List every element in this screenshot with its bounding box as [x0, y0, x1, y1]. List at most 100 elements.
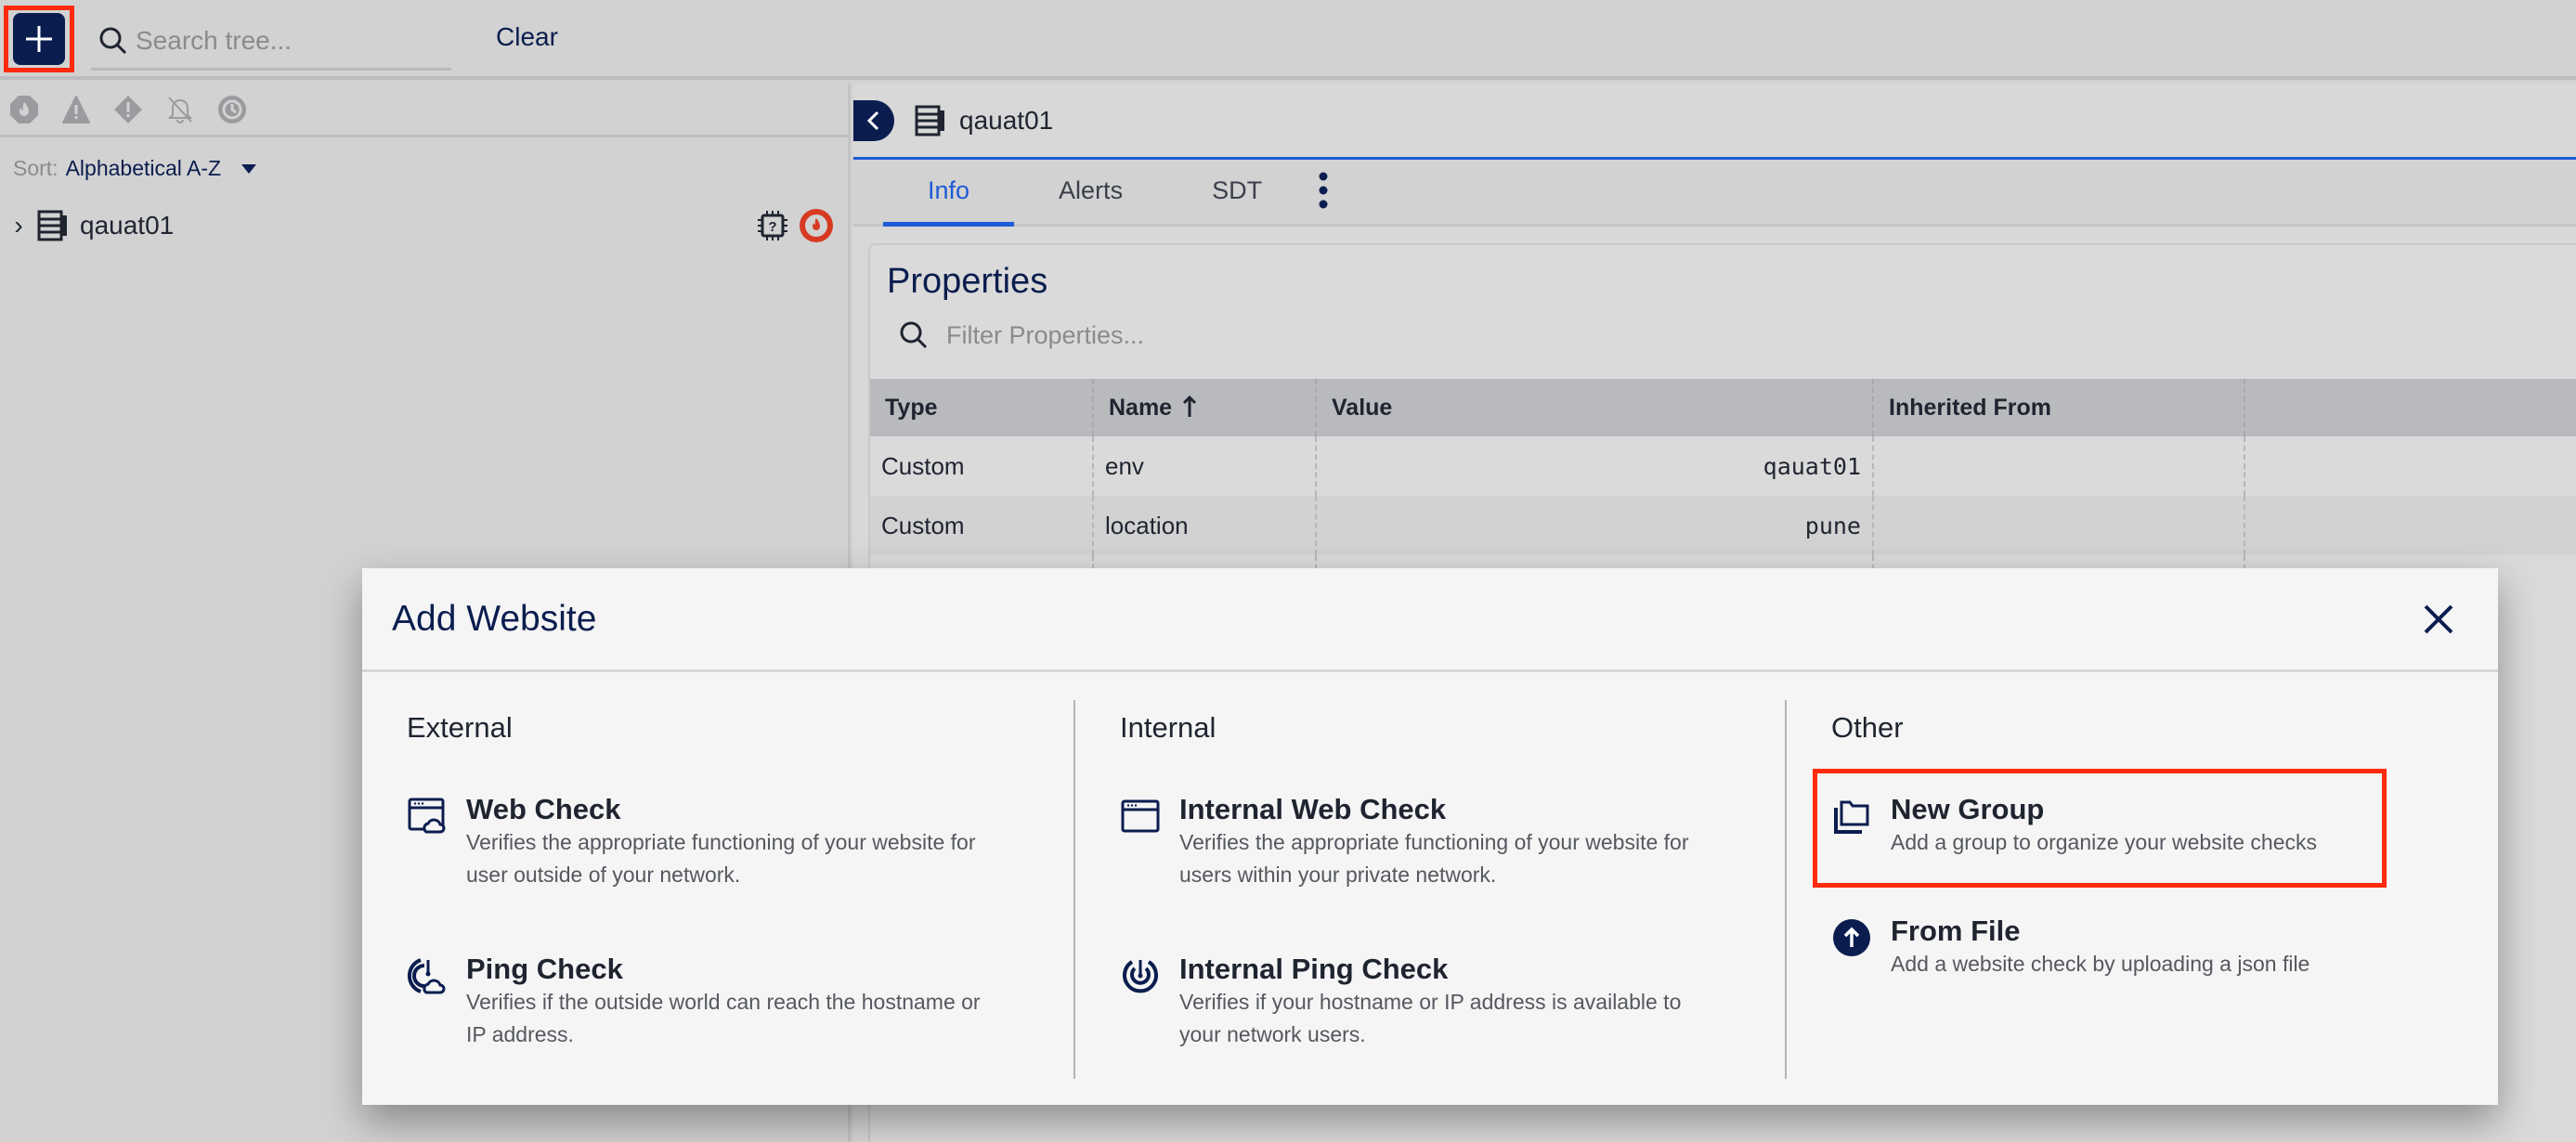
- search-icon: [900, 321, 928, 349]
- column-header-value[interactable]: Value: [1316, 379, 1874, 436]
- column-heading: External: [407, 711, 513, 744]
- kebab-menu-icon: [1319, 172, 1328, 209]
- option-description: Add a website check by uploading a json …: [1891, 952, 2310, 976]
- folders-icon: [1831, 793, 1872, 834]
- modal-header: Add Website: [362, 568, 2498, 672]
- critical-alert-filter[interactable]: [9, 95, 39, 124]
- server-icon: [915, 105, 944, 136]
- column-heading: Other: [1831, 711, 1904, 744]
- ping-icon: [1120, 953, 1161, 993]
- option-description: Verifies if your hostname or IP address …: [1179, 990, 1682, 1046]
- table-header-row: Type Name Value Inherited From: [870, 379, 2576, 436]
- clock-icon: [218, 95, 246, 123]
- web-check-option[interactable]: Web Check Verifies the appropriate funct…: [407, 793, 1029, 891]
- option-description: Verifies the appropriate functioning of …: [1179, 830, 1689, 887]
- chevron-left-icon: [866, 110, 879, 130]
- sort-value: Alphabetical A-Z: [65, 156, 222, 180]
- web-cloud-icon: [407, 793, 448, 834]
- tab-alerts[interactable]: Alerts: [1014, 157, 1167, 224]
- server-icon: [37, 210, 67, 241]
- properties-filter: [898, 319, 1503, 351]
- cell-value: qauat01: [1316, 436, 1874, 496]
- upload-circle-icon: [1831, 915, 1872, 956]
- cell-name: location: [1093, 496, 1317, 555]
- properties-title: Properties: [887, 262, 1048, 301]
- column-header-type[interactable]: Type: [870, 379, 1094, 436]
- sort-dropdown[interactable]: Sort: Alphabetical A-Z: [13, 156, 257, 181]
- search-icon: [91, 25, 136, 57]
- sort-ascending-icon: [1182, 395, 1197, 417]
- resource-header: qauat01: [853, 84, 2576, 160]
- cell-actions: [2244, 436, 2576, 496]
- sort-label: Sort:: [13, 156, 59, 180]
- close-button[interactable]: [2418, 599, 2459, 640]
- chevron-right-icon[interactable]: ›: [0, 211, 37, 240]
- column-header-name[interactable]: Name: [1093, 379, 1317, 436]
- cell-type: Custom: [870, 436, 1094, 496]
- option-title: Web Check: [466, 793, 621, 825]
- close-icon: [2424, 604, 2453, 633]
- alert-filter-toolbar: [0, 84, 848, 137]
- option-title: From File: [1891, 915, 2021, 947]
- tree-item[interactable]: › qauat01 ?: [0, 202, 845, 249]
- column-heading: Internal: [1120, 711, 1216, 744]
- cell-value: pune: [1316, 496, 1874, 555]
- internal-web-check-option[interactable]: Internal Web Check Verifies the appropri…: [1120, 793, 1740, 891]
- sdt-filter[interactable]: [217, 95, 247, 124]
- top-bar: Clear: [0, 0, 2576, 80]
- bell-off-icon: [167, 96, 193, 123]
- option-title: Internal Web Check: [1179, 793, 1447, 825]
- option-title: Internal Ping Check: [1179, 953, 1449, 985]
- ping-cloud-icon: [407, 953, 448, 994]
- add-button[interactable]: [13, 13, 65, 65]
- warning-triangle-icon: [62, 95, 90, 123]
- clear-button[interactable]: Clear: [496, 22, 558, 52]
- error-alert-filter[interactable]: [113, 95, 143, 124]
- from-file-option[interactable]: From File Add a website check by uploadi…: [1831, 915, 2452, 980]
- tab-sdt[interactable]: SDT: [1167, 157, 1307, 224]
- cell-inherited-from: [1873, 436, 2245, 496]
- critical-alert-icon: [800, 209, 833, 242]
- option-title: Ping Check: [466, 953, 623, 985]
- properties-filter-input[interactable]: [946, 320, 1503, 350]
- plus-icon: [26, 26, 52, 52]
- browser-window-icon: [1120, 793, 1161, 834]
- caret-down-icon: [241, 163, 257, 174]
- svg-text:?: ?: [768, 219, 776, 235]
- table-row[interactable]: Custom env qauat01: [870, 436, 2576, 496]
- exclamation-diamond-icon: [114, 95, 142, 123]
- modal-title: Add Website: [392, 598, 597, 639]
- chip-unknown-icon: ?: [758, 211, 787, 240]
- internal-column: Internal Internal Web Check Verifies the…: [1073, 700, 1785, 1079]
- tree-search: [91, 13, 451, 71]
- cell-type: Custom: [870, 496, 1094, 555]
- other-column: Other New Group Add a group to organize …: [1785, 700, 2496, 1079]
- cell-inherited-from: [1873, 496, 2245, 555]
- cell-name: env: [1093, 436, 1317, 496]
- add-website-modal: Add Website External Web Check Verifies …: [362, 568, 2498, 1105]
- column-header-inherited-from[interactable]: Inherited From: [1873, 379, 2245, 436]
- resource-title: qauat01: [959, 105, 1054, 135]
- more-tabs-button[interactable]: [1307, 157, 1340, 224]
- new-group-option[interactable]: New Group Add a group to organize your w…: [1813, 769, 2452, 888]
- tree-item-label: qauat01: [80, 211, 175, 240]
- tree-search-input[interactable]: [136, 25, 433, 56]
- internal-ping-check-option[interactable]: Internal Ping Check Verifies if your hos…: [1120, 953, 1740, 1051]
- option-description: Verifies the appropriate functioning of …: [466, 830, 976, 887]
- collapse-panel-button[interactable]: [853, 99, 894, 141]
- option-title: New Group: [1891, 793, 2045, 825]
- external-column: External Web Check Verifies the appropri…: [362, 700, 1073, 1079]
- option-description: Add a group to organize your website che…: [1891, 830, 2317, 854]
- muted-alert-filter[interactable]: [165, 95, 195, 124]
- detail-tabs: Info Alerts SDT: [853, 160, 2576, 227]
- column-header-actions: [2244, 379, 2576, 436]
- tab-info[interactable]: Info: [883, 157, 1015, 227]
- table-row[interactable]: Custom location pune: [870, 496, 2576, 555]
- option-description: Verifies if the outside world can reach …: [466, 990, 981, 1046]
- ping-check-option[interactable]: Ping Check Verifies if the outside world…: [407, 953, 1029, 1051]
- tree-item-status: ?: [756, 208, 834, 243]
- fire-octagon-icon: [10, 95, 38, 123]
- modal-body: External Web Check Verifies the appropri…: [362, 672, 2498, 1079]
- cell-actions: [2244, 496, 2576, 555]
- warning-alert-filter[interactable]: [61, 95, 91, 124]
